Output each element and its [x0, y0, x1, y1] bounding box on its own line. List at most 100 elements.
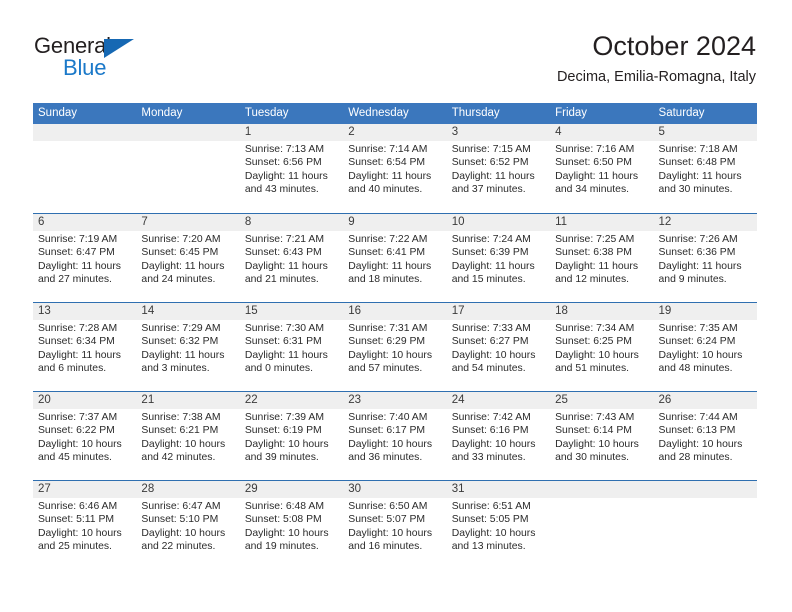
day-details: Sunrise: 7:31 AM Sunset: 6:29 PM Daylight:…	[348, 322, 446, 376]
day-cell[interactable]: 15 Sunrise: 7:30 AM Sunset: 6:31 PM Dayligh…	[240, 303, 343, 391]
day-detail-line: Daylight: 10 hours	[244, 527, 329, 539]
day-cell[interactable]: 4 Sunrise: 7:16 AM Sunset: 6:50 PM Daylight…	[550, 124, 653, 213]
day-number: 18	[555, 305, 568, 317]
day-detail-line: Sunrise: 7:33 AM	[451, 323, 531, 334]
day-cell[interactable]: 25 Sunrise: 7:43 AM Sunset: 6:14 PM Dayligh…	[550, 392, 653, 480]
day-cell[interactable]: 24 Sunrise: 7:42 AM Sunset: 6:16 PM Dayligh…	[447, 392, 550, 480]
day-detail-line: Sunrise: 6:48 AM	[244, 501, 324, 512]
day-cell[interactable]: 29 Sunrise: 6:48 AM Sunset: 5:08 PM Dayligh…	[240, 481, 343, 569]
day-detail-line: Sunrise: 7:35 AM	[658, 323, 738, 334]
day-number: 12	[658, 216, 672, 228]
day-detail-line: Sunrise: 7:16 AM	[555, 144, 635, 155]
brand-logo[interactable]: General Blue	[34, 34, 184, 86]
day-number: 16	[348, 305, 362, 317]
day-details: Sunrise: 7:16 AM Sunset: 6:50 PM Daylight:…	[555, 143, 653, 197]
day-cell[interactable]: 10 Sunrise: 7:24 AM Sunset: 6:39 PM Dayligh…	[447, 214, 550, 302]
day-cell[interactable]: 6 Sunrise: 7:19 AM Sunset: 6:47 PM Daylight…	[33, 214, 136, 302]
weekday-header-wednesday: Wednesday	[348, 107, 409, 119]
day-number: 1	[244, 126, 252, 138]
day-cell[interactable]: 5 Sunrise: 7:18 AM Sunset: 6:48 PM Daylight…	[654, 124, 757, 213]
page-header: General Blue October 2024 Decima, Emilia…	[0, 0, 792, 100]
day-detail-line: and 51 minutes.	[555, 363, 630, 375]
day-detail-line: Sunrise: 6:51 AM	[451, 501, 531, 512]
day-cell[interactable]: 13 Sunrise: 7:28 AM Sunset: 6:34 PM Dayligh…	[33, 303, 136, 391]
day-detail-line: Sunrise: 7:29 AM	[141, 323, 221, 334]
day-detail-line: Daylight: 10 hours	[451, 438, 536, 450]
day-details: Sunrise: 7:18 AM Sunset: 6:48 PM Daylight:…	[659, 143, 757, 197]
day-cell[interactable]: 28 Sunrise: 6:47 AM Sunset: 5:10 PM Dayligh…	[136, 481, 239, 569]
weekday-header-thursday: Thursday	[451, 107, 500, 119]
day-detail-line: Sunset: 6:27 PM	[451, 336, 529, 348]
day-detail-line: and 25 minutes.	[38, 541, 112, 553]
day-detail-line: and 37 minutes.	[451, 184, 526, 196]
day-cell[interactable]: 20 Sunrise: 7:37 AM Sunset: 6:22 PM Dayligh…	[33, 392, 136, 480]
day-cell[interactable]: 14 Sunrise: 7:29 AM Sunset: 6:32 PM Dayligh…	[136, 303, 239, 391]
day-cell[interactable]: 11 Sunrise: 7:25 AM Sunset: 6:38 PM Dayligh…	[550, 214, 653, 302]
day-details: Sunrise: 7:14 AM Sunset: 6:54 PM Daylight:…	[348, 143, 446, 197]
page-title: October 2024	[592, 31, 756, 61]
day-detail-line: Sunrise: 7:20 AM	[141, 234, 221, 245]
day-detail-line: Sunrise: 7:14 AM	[348, 144, 428, 155]
day-cell[interactable]: 3 Sunrise: 7:15 AM Sunset: 6:52 PM Daylight…	[447, 124, 550, 213]
day-detail-line: Daylight: 11 hours	[451, 170, 535, 182]
week-cells: 27 Sunrise: 6:46 AM Sunset: 5:11 PM Dayligh…	[33, 481, 757, 569]
day-number	[141, 124, 239, 141]
day-number: 3	[451, 126, 459, 138]
day-cell[interactable]: 12 Sunrise: 7:26 AM Sunset: 6:36 PM Dayligh…	[654, 214, 757, 302]
day-number: 28	[141, 483, 155, 495]
day-cell[interactable]: 8 Sunrise: 7:21 AM Sunset: 6:43 PM Daylight…	[240, 214, 343, 302]
day-detail-line: Sunset: 6:41 PM	[348, 247, 426, 259]
day-detail-line: and 54 minutes.	[451, 363, 526, 375]
day-detail-line: Sunset: 6:21 PM	[141, 425, 219, 437]
title-block: October 2024 Decima, Emilia-Romagna, Ita…	[557, 30, 756, 86]
day-number: 2	[348, 126, 355, 138]
day-cell[interactable]: 17 Sunrise: 7:33 AM Sunset: 6:27 PM Dayligh…	[447, 303, 550, 391]
day-detail-line: Daylight: 11 hours	[555, 170, 639, 182]
calendar-grid: Sunday Monday Tuesday Wednesday Thursday Frid…	[33, 103, 757, 569]
day-cell[interactable]: 16 Sunrise: 7:31 AM Sunset: 6:29 PM Dayligh…	[343, 303, 446, 391]
day-detail-line: Daylight: 11 hours	[348, 170, 432, 182]
weekday-header-monday: Monday	[141, 107, 183, 119]
day-cell[interactable]: 9 Sunrise: 7:22 AM Sunset: 6:41 PM Daylight…	[343, 214, 446, 302]
day-details: Sunrise: 6:50 AM Sunset: 5:07 PM Daylight:…	[348, 500, 446, 554]
day-cell[interactable]: 18 Sunrise: 7:34 AM Sunset: 6:25 PM Dayligh…	[550, 303, 653, 391]
day-detail-line: Sunrise: 7:40 AM	[348, 412, 428, 423]
calendar-week-row: 6 Sunrise: 7:19 AM Sunset: 6:47 PM Daylight…	[33, 213, 757, 302]
day-detail-line: Sunset: 5:10 PM	[141, 514, 219, 526]
day-number	[38, 124, 136, 141]
day-number: 21	[141, 394, 155, 406]
brand-name-blue: Blue	[63, 55, 107, 80]
day-number: 20	[38, 394, 51, 406]
day-detail-line: Daylight: 11 hours	[658, 170, 742, 182]
weekday-header-friday: Friday	[555, 107, 588, 119]
day-cell[interactable]: 30 Sunrise: 6:50 AM Sunset: 5:07 PM Dayligh…	[343, 481, 446, 569]
day-cell[interactable]: 31 Sunrise: 6:51 AM Sunset: 5:05 PM Dayligh…	[447, 481, 550, 569]
day-cell[interactable]: 19 Sunrise: 7:35 AM Sunset: 6:24 PM Dayligh…	[654, 303, 757, 391]
day-detail-line: Sunset: 6:19 PM	[244, 425, 322, 437]
day-detail-line: Daylight: 11 hours	[38, 349, 121, 361]
day-details: Sunrise: 7:15 AM Sunset: 6:52 PM Daylight:…	[452, 143, 550, 197]
day-number: 31	[451, 483, 465, 495]
day-cell[interactable]: 23 Sunrise: 7:40 AM Sunset: 6:17 PM Dayligh…	[343, 392, 446, 480]
calendar-week-row: 27 Sunrise: 6:46 AM Sunset: 5:11 PM Dayligh…	[33, 480, 757, 569]
day-cell[interactable]: 2 Sunrise: 7:14 AM Sunset: 6:54 PM Daylight…	[343, 124, 446, 213]
day-cell[interactable]: 7 Sunrise: 7:20 AM Sunset: 6:45 PM Daylight…	[136, 214, 239, 302]
day-cell[interactable]: 27 Sunrise: 6:46 AM Sunset: 5:11 PM Dayligh…	[33, 481, 136, 569]
day-cell[interactable]: 21 Sunrise: 7:38 AM Sunset: 6:21 PM Dayligh…	[136, 392, 239, 480]
day-detail-line: Sunset: 6:47 PM	[38, 247, 115, 259]
day-cell[interactable]: 26 Sunrise: 7:44 AM Sunset: 6:13 PM Dayligh…	[654, 392, 757, 480]
day-detail-line: Sunset: 6:34 PM	[38, 336, 115, 348]
day-detail-line: and 12 minutes.	[555, 274, 630, 286]
day-detail-line: Daylight: 10 hours	[38, 527, 122, 539]
day-detail-line: Daylight: 11 hours	[38, 260, 121, 272]
day-cell[interactable]: 22 Sunrise: 7:39 AM Sunset: 6:19 PM Dayligh…	[240, 392, 343, 480]
calendar-week-row: 13 Sunrise: 7:28 AM Sunset: 6:34 PM Dayligh…	[33, 302, 757, 391]
day-detail-line: and 40 minutes.	[348, 184, 423, 196]
day-detail-line: Sunset: 5:11 PM	[38, 514, 115, 526]
day-cell[interactable]: 1 Sunrise: 7:13 AM Sunset: 6:56 PM Daylight…	[240, 124, 343, 213]
day-detail-line: Sunrise: 7:34 AM	[555, 323, 635, 334]
day-detail-line: Sunset: 6:52 PM	[451, 157, 529, 169]
day-details: Sunrise: 7:35 AM Sunset: 6:24 PM Daylight:…	[659, 322, 757, 376]
day-detail-line: and 34 minutes.	[555, 184, 630, 196]
weekday-header-saturday: Saturday	[658, 107, 705, 119]
